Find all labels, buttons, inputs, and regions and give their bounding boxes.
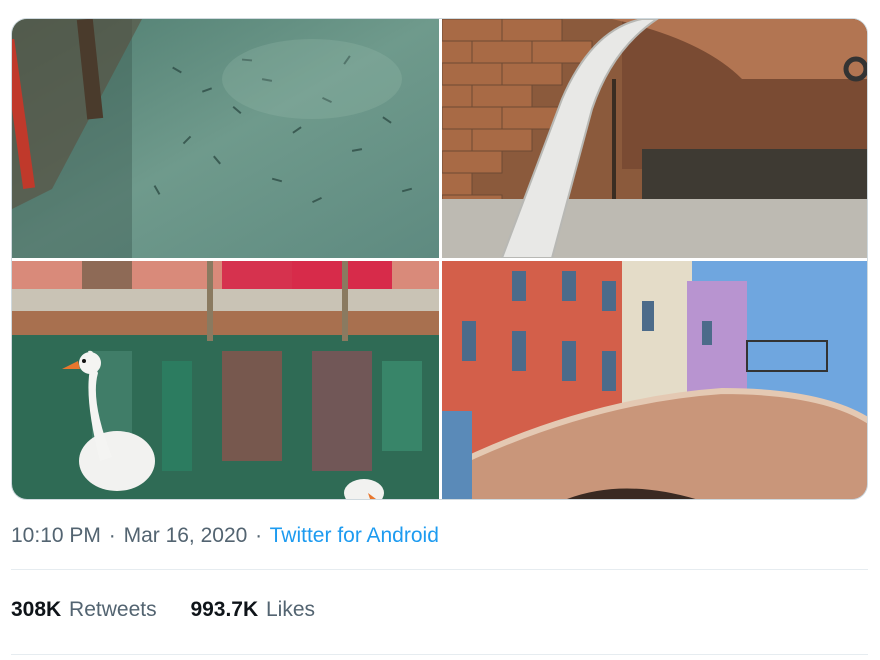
tweet-date[interactable]: Mar 16, 2020 [124,524,248,547]
tweet-stats: 308K Retweets 993.7K Likes [11,598,343,622]
tweet-time[interactable]: 10:10 PM [11,524,101,547]
tweet-metadata: 10:10 PM · Mar 16, 2020 · Twitter for An… [11,524,439,554]
swan-canal-photo[interactable] [12,261,439,499]
media-grid [11,18,868,500]
meta-separator: · [255,524,263,547]
likes-stat[interactable]: 993.7K Likes [190,598,315,621]
tweet-detail: 10:10 PM · Mar 16, 2020 · Twitter for An… [0,0,880,660]
canal-fish-photo[interactable] [12,19,439,258]
bridge-houses-photo[interactable] [442,261,867,499]
retweets-stat[interactable]: 308K Retweets [11,598,162,621]
tweet-source-link[interactable]: Twitter for Android [270,524,439,547]
meta-separator: · [108,524,116,547]
likes-count: 993.7K [190,598,259,621]
retweets-label: Retweets [69,598,157,621]
divider [11,654,868,655]
likes-label: Likes [266,598,316,621]
brick-arch-photo[interactable] [442,19,867,258]
retweets-count: 308K [11,598,62,621]
divider [11,569,868,570]
